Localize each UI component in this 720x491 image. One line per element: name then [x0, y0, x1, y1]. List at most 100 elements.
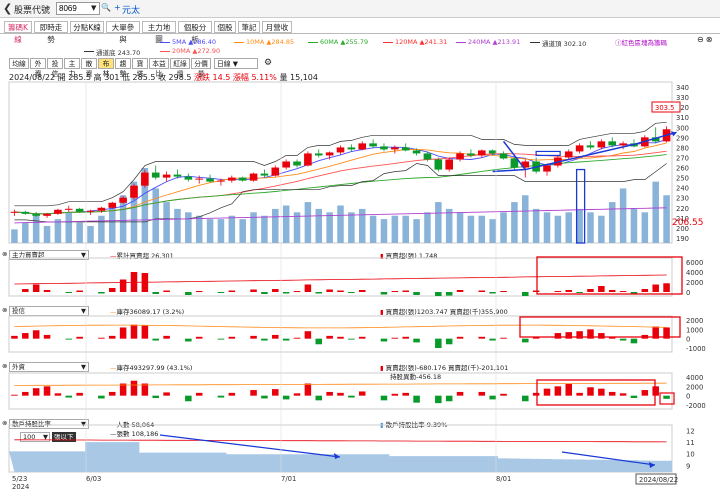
- panel2-bar: [478, 336, 486, 339]
- panel1-bar: [337, 290, 344, 292]
- volume-bar: [98, 215, 105, 243]
- candle-body: [21, 211, 30, 214]
- candle-body: [488, 150, 497, 154]
- volume-bar: [152, 188, 159, 243]
- volume-bar: [565, 212, 573, 243]
- panel1-bar: [163, 290, 170, 292]
- panel3-bar: [478, 391, 486, 396]
- candle-body: [249, 173, 258, 181]
- panel2-axis-tick: 2000: [686, 317, 703, 325]
- panel2-bar: [76, 336, 83, 339]
- panel3-bar: [532, 392, 540, 396]
- panel1-bar: [576, 292, 583, 293]
- panel4-axis-tick: 11: [686, 439, 695, 447]
- main-axis-tick: 330: [676, 94, 689, 102]
- volume-bar: [185, 212, 192, 243]
- panel2-bar: [43, 334, 51, 339]
- volume-bar: [478, 215, 486, 243]
- volume-bar: [619, 188, 627, 243]
- panel2-axis-tick: 1000: [686, 326, 703, 334]
- panel2-bar: [130, 324, 138, 339]
- panel1-bar: [456, 290, 464, 292]
- panel3-frame: [8, 372, 673, 410]
- panel1-bar: [65, 292, 73, 293]
- candle-body: [608, 141, 617, 146]
- panel3-bar: [554, 386, 562, 396]
- candle-body: [467, 153, 475, 156]
- panel2-bar: [98, 337, 105, 339]
- panel2-bar: [108, 335, 116, 339]
- panel1-bar: [326, 289, 333, 292]
- volume-bar: [489, 219, 496, 243]
- panel2-bar: [391, 337, 399, 339]
- panel3-bar: [65, 395, 73, 398]
- x-axis-tick: 6/03: [86, 475, 101, 483]
- panel3-bar: [543, 388, 551, 396]
- panel3-bar: [413, 395, 420, 403]
- volume-bar: [511, 202, 518, 243]
- panel3-bar: [500, 393, 507, 396]
- panel1-bar: [185, 292, 192, 295]
- main-axis-tick: 290: [676, 134, 689, 142]
- candle-body: [119, 197, 127, 203]
- panel4-axis-tick: 9: [686, 462, 690, 470]
- volume-bar: [652, 181, 659, 243]
- candle-body: [173, 174, 182, 177]
- candle-body: [575, 145, 584, 152]
- channel-top-line: [14, 121, 667, 207]
- volume-bar: [261, 215, 268, 243]
- panel3-bar: [130, 380, 138, 396]
- panel3-bar: [456, 391, 464, 396]
- volume-bar: [282, 205, 290, 243]
- candle-body: [271, 167, 280, 176]
- panel3-bar: [282, 395, 290, 400]
- panel1-bar: [261, 292, 268, 294]
- volume-bar: [11, 229, 18, 243]
- panel3-bar: [630, 395, 638, 398]
- panel2-axis-tick: 0: [686, 336, 690, 344]
- panel2-bar: [195, 336, 203, 339]
- panel2-bar: [250, 335, 257, 339]
- panel3-axis-tick: -2000: [686, 402, 706, 410]
- stock-chart[interactable]: 3403303203103002902802702602502402302202…: [0, 0, 720, 491]
- panel3-axis-tick: 0: [686, 393, 690, 401]
- panel1-bar: [315, 292, 323, 294]
- panel2-bar: [522, 338, 529, 343]
- panel1-bar: [641, 289, 649, 292]
- panel2-bar: [413, 338, 420, 343]
- candle-body: [304, 153, 312, 166]
- volume-bar: [663, 195, 670, 243]
- candle-body: [369, 143, 377, 147]
- main-axis-tick: 260: [676, 165, 689, 173]
- panel1-bar: [630, 292, 638, 294]
- panel3-axis-tick: 2000: [686, 383, 703, 391]
- candle-body: [32, 213, 40, 216]
- panel1-axis-tick: 0: [686, 289, 690, 297]
- panel2-bar: [11, 335, 18, 339]
- panel2-bar: [217, 338, 225, 340]
- main-axis-tick: 300: [676, 124, 689, 132]
- panel2-bar: [435, 338, 442, 348]
- x-axis-tick: 7/01: [281, 475, 296, 483]
- panel3-bar: [261, 395, 268, 399]
- candle-body: [401, 147, 410, 151]
- candle-body: [108, 202, 117, 208]
- volume-bar: [326, 212, 333, 243]
- panel1-bar: [608, 290, 616, 292]
- panel1-bar: [489, 292, 496, 294]
- panel2-bar: [141, 325, 149, 339]
- volume-bar: [272, 208, 279, 243]
- panel3-bar: [228, 392, 236, 396]
- panel3-bar: [217, 395, 225, 398]
- panel2-frame: [8, 315, 673, 353]
- panel3-bar: [293, 393, 301, 396]
- x-axis-tick: 5/23: [12, 475, 27, 483]
- candle-body: [228, 177, 236, 181]
- panel3-bar: [348, 395, 355, 398]
- volume-bar: [239, 219, 246, 243]
- candle-body: [217, 180, 225, 182]
- volume-bar: [32, 215, 40, 243]
- panel1-bar: [282, 292, 290, 294]
- panel2-bar: [456, 336, 464, 339]
- retail-ratio-area: [9, 442, 672, 472]
